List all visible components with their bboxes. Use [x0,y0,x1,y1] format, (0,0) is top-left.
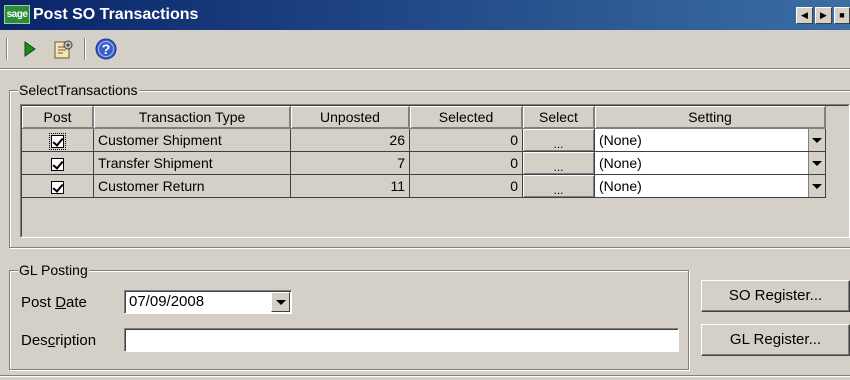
chevron-down-icon[interactable] [271,292,290,312]
so-register-button[interactable]: SO Register... [701,280,850,312]
svg-text:?: ? [102,41,111,57]
col-header-transaction-type[interactable]: Transaction Type [94,106,291,129]
setting-dropdown[interactable]: (None) [595,175,826,198]
play-icon [24,41,36,57]
chevron-down-icon[interactable] [808,152,825,174]
post-date-value: 07/09/2008 [129,293,205,310]
row-transaction-type: Customer Return [94,175,291,198]
post-checkbox[interactable] [49,132,66,150]
description-label: Description [21,332,97,349]
help-icon: ? [95,38,117,60]
setting-dropdown[interactable]: (None) [595,152,826,175]
toolbar-grip [6,38,8,60]
row-unposted: 7 [291,152,410,175]
help-button[interactable]: ? [93,36,119,62]
scroll-left-icon[interactable]: ◀ [796,7,813,24]
gl-register-button[interactable]: GL Register... [701,324,850,356]
row-selected: 0 [410,152,523,175]
col-header-unposted[interactable]: Unposted [291,106,410,129]
post-checkbox[interactable] [51,157,64,171]
run-button[interactable] [17,36,43,62]
post-date-label: Post Date [21,294,87,311]
window-bottom-edge [0,375,850,377]
select-ellipsis-button[interactable]: ... [523,129,595,152]
post-date-field[interactable]: 07/09/2008 [124,290,292,314]
select-ellipsis-button[interactable]: ... [523,175,595,198]
setting-value: (None) [599,155,642,171]
table-row-post-cell[interactable] [22,152,94,175]
post-checkbox[interactable] [51,180,64,194]
toolbar: ? [0,30,850,65]
select-transactions-legend: SelectTransactions [18,82,139,98]
row-transaction-type: Customer Shipment [94,129,291,152]
select-ellipsis-button[interactable]: ... [523,152,595,175]
window-title: Post SO Transactions [33,6,199,23]
row-unposted: 11 [291,175,410,198]
gl-posting-group: GL Posting [9,262,689,370]
title-bar: sage Post SO Transactions ◀ ▶ ■ [0,0,850,30]
row-unposted: 26 [291,129,410,152]
row-selected: 0 [410,129,523,152]
setting-value: (None) [599,132,642,148]
col-header-select[interactable]: Select [523,106,595,129]
transactions-grid[interactable]: Post Transaction Type Unposted Selected … [20,104,850,238]
toolbar-divider [0,68,850,70]
col-header-setting[interactable]: Setting [595,106,826,129]
gl-posting-legend: GL Posting [18,262,89,278]
chevron-down-icon[interactable] [808,175,825,197]
row-selected: 0 [410,175,523,198]
description-field[interactable] [124,328,679,352]
table-row-post-cell[interactable] [22,175,94,198]
chevron-down-icon[interactable] [808,129,825,151]
col-header-post[interactable]: Post [22,106,94,129]
toolbar-separator [84,38,86,60]
grid-frame: Post Transaction Type Unposted Selected … [21,105,849,237]
setup-icon [54,40,73,59]
menu-icon[interactable]: ■ [834,7,850,24]
setting-dropdown[interactable]: (None) [595,129,826,152]
table-row-post-cell[interactable] [22,129,94,152]
scroll-right-icon[interactable]: ▶ [815,7,832,24]
row-transaction-type: Transfer Shipment [94,152,291,175]
setup-button[interactable] [50,36,76,62]
setting-value: (None) [599,178,642,194]
sage-logo: sage [4,5,30,24]
col-header-selected[interactable]: Selected [410,106,523,129]
